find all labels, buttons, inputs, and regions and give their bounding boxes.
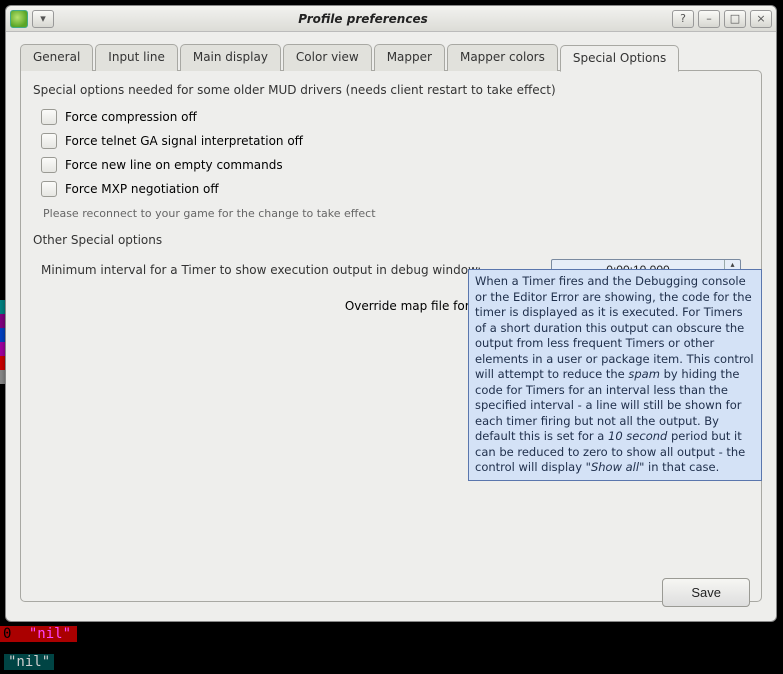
- checkbox-icon[interactable]: [41, 109, 57, 125]
- terminal-text: "nil": [4, 654, 54, 670]
- maximize-button[interactable]: □: [724, 10, 746, 28]
- section1-heading: Special options needed for some older MU…: [33, 83, 749, 97]
- check-label: Force telnet GA signal interpretation of…: [65, 134, 303, 148]
- dialog-button-row: Save: [662, 578, 750, 607]
- tab-main-display[interactable]: Main display: [180, 44, 281, 71]
- check-force-compression-off[interactable]: Force compression off: [33, 105, 749, 129]
- check-label: Force new line on empty commands: [65, 158, 283, 172]
- close-button[interactable]: ×: [750, 10, 772, 28]
- checkbox-icon[interactable]: [41, 181, 57, 197]
- terminal-text: "nil": [14, 626, 77, 642]
- checkbox-icon[interactable]: [41, 157, 57, 173]
- titlebar-extra-button[interactable]: ▾: [32, 10, 54, 28]
- check-force-telnet-ga-off[interactable]: Force telnet GA signal interpretation of…: [33, 129, 749, 153]
- tab-mapper-colors[interactable]: Mapper colors: [447, 44, 558, 71]
- save-button[interactable]: Save: [662, 578, 750, 607]
- app-icon: [10, 10, 28, 28]
- check-force-newline-empty[interactable]: Force new line on empty commands: [33, 153, 749, 177]
- tab-general[interactable]: General: [20, 44, 93, 71]
- help-button[interactable]: ?: [672, 10, 694, 28]
- section2-heading: Other Special options: [33, 233, 749, 247]
- checkbox-icon[interactable]: [41, 133, 57, 149]
- titlebar[interactable]: ▾ Profile preferences ? – □ ×: [6, 6, 776, 32]
- tab-mapper[interactable]: Mapper: [374, 44, 445, 71]
- section1-note: Please reconnect to your game for the ch…: [33, 201, 749, 224]
- timer-interval-tooltip: When a Timer fires and the Debugging con…: [468, 269, 762, 481]
- minimize-button[interactable]: –: [698, 10, 720, 28]
- tab-color-view[interactable]: Color view: [283, 44, 372, 71]
- check-label: Force MXP negotiation off: [65, 182, 219, 196]
- tab-input-line[interactable]: Input line: [95, 44, 178, 71]
- check-label: Force compression off: [65, 110, 197, 124]
- check-force-mxp-off[interactable]: Force MXP negotiation off: [33, 177, 749, 201]
- tab-bar: General Input line Main display Color vi…: [20, 44, 762, 71]
- tab-special-options[interactable]: Special Options: [560, 45, 679, 72]
- terminal-text: 0: [0, 626, 14, 642]
- timer-interval-label: Minimum interval for a Timer to show exe…: [41, 263, 481, 277]
- window-title: Profile preferences: [58, 12, 668, 26]
